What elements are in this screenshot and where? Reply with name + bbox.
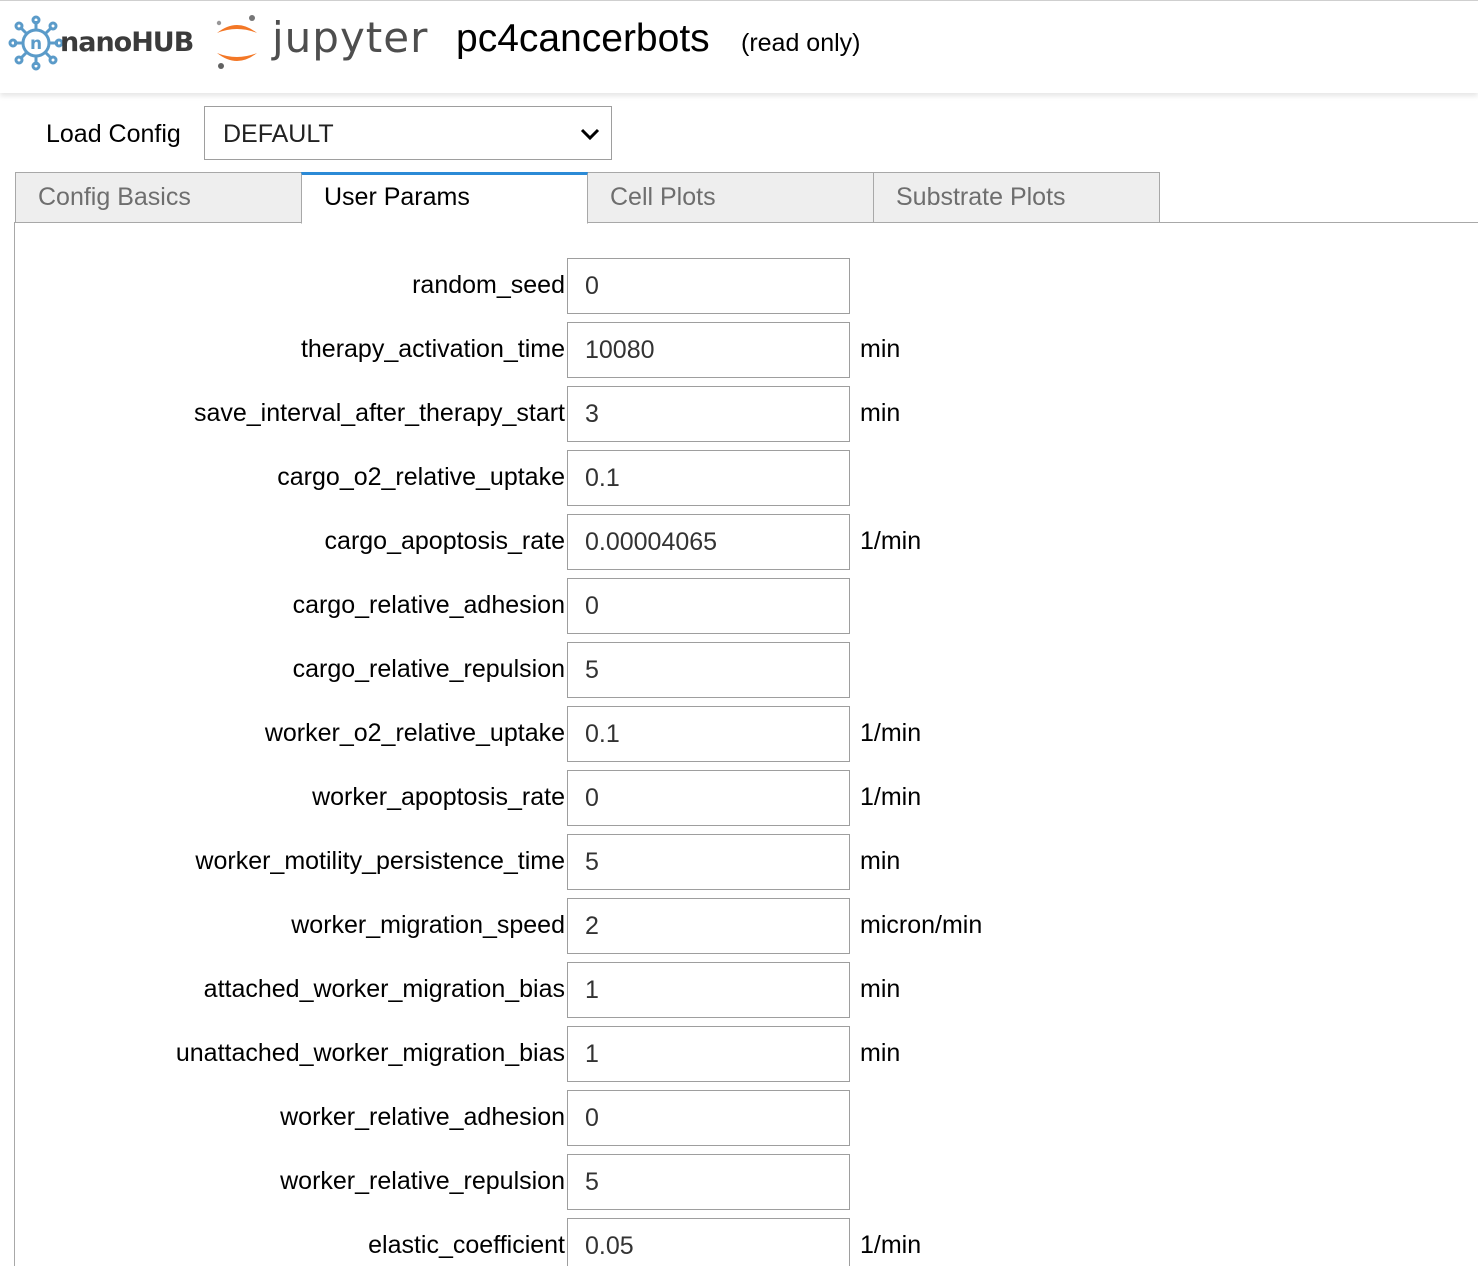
param-unit: min	[860, 399, 901, 427]
param-row-cargo-relative-repulsion: cargo_relative_repulsion	[15, 642, 1215, 698]
param-label: cargo_relative_repulsion	[292, 655, 565, 683]
param-row-cargo-o2-relative-uptake: cargo_o2_relative_uptake	[15, 450, 1215, 506]
param-unit: min	[860, 335, 901, 363]
jupyter-label: jupyter	[272, 13, 429, 62]
param-row-worker-motility-persistence-time: worker_motility_persistence_time min	[15, 834, 1215, 890]
param-row-worker-relative-adhesion: worker_relative_adhesion	[15, 1090, 1215, 1146]
param-label: therapy_activation_time	[300, 335, 565, 363]
load-config-dropdown[interactable]: DEFAULT	[204, 106, 612, 160]
param-row-random-seed: random_seed	[15, 258, 1215, 314]
param-label: worker_o2_relative_uptake	[264, 719, 565, 747]
tab-label: Config Basics	[38, 183, 191, 211]
param-input-attached-worker-migration-bias[interactable]	[567, 962, 850, 1018]
param-input-elastic-coefficient[interactable]	[567, 1218, 850, 1266]
param-input-cargo-relative-repulsion[interactable]	[567, 642, 850, 698]
param-label: attached_worker_migration_bias	[203, 975, 565, 1003]
param-input-random-seed[interactable]	[567, 258, 850, 314]
param-unit: 1/min	[860, 1231, 922, 1259]
param-unit: min	[860, 1039, 901, 1067]
param-label: elastic_coefficient	[368, 1231, 565, 1259]
nanohub-logo-icon[interactable]: n	[8, 15, 64, 71]
param-label: worker_relative_adhesion	[280, 1103, 565, 1131]
chevron-down-icon	[580, 128, 600, 141]
tab-substrate-plots[interactable]: Substrate Plots	[873, 172, 1160, 223]
param-row-therapy-activation-time: therapy_activation_time min	[15, 322, 1215, 378]
param-input-worker-motility-persistence-time[interactable]	[567, 834, 850, 890]
tab-label: Cell Plots	[610, 183, 716, 211]
load-config-selected-value: DEFAULT	[223, 120, 334, 148]
param-unit: micron/min	[860, 911, 983, 939]
param-row-unattached-worker-migration-bias: unattached_worker_migration_bias min	[15, 1026, 1215, 1082]
param-unit: 1/min	[860, 719, 922, 747]
param-row-worker-o2-relative-uptake: worker_o2_relative_uptake 1/min	[15, 706, 1215, 762]
param-label: worker_motility_persistence_time	[195, 847, 565, 875]
param-input-cargo-apoptosis-rate[interactable]	[567, 514, 850, 570]
param-row-worker-relative-repulsion: worker_relative_repulsion	[15, 1154, 1215, 1210]
notebook-name[interactable]: pc4cancerbots	[456, 17, 710, 61]
param-label: save_interval_after_therapy_start	[193, 399, 565, 427]
load-config-label: Load Config	[46, 120, 181, 148]
param-input-worker-relative-repulsion[interactable]	[567, 1154, 850, 1210]
param-row-attached-worker-migration-bias: attached_worker_migration_bias min	[15, 962, 1215, 1018]
param-input-cargo-relative-adhesion[interactable]	[567, 578, 850, 634]
param-input-worker-migration-speed[interactable]	[567, 898, 850, 954]
param-unit: 1/min	[860, 783, 922, 811]
param-label: cargo_relative_adhesion	[292, 591, 565, 619]
param-input-unattached-worker-migration-bias[interactable]	[567, 1026, 850, 1082]
param-row-cargo-apoptosis-rate: cargo_apoptosis_rate 1/min	[15, 514, 1215, 570]
notebook-page: n nanoHUB jupyter pc4cancerbots (read on…	[0, 0, 1478, 1266]
param-input-save-interval-after-therapy-start[interactable]	[567, 386, 850, 442]
param-row-worker-apoptosis-rate: worker_apoptosis_rate 1/min	[15, 770, 1215, 826]
tab-label: User Params	[324, 183, 470, 211]
param-unit: min	[860, 975, 901, 1003]
notebook-header: n nanoHUB jupyter pc4cancerbots (read on…	[0, 0, 1478, 93]
read-only-indicator: (read only)	[741, 29, 861, 57]
param-unit: 1/min	[860, 527, 922, 555]
tab-config-basics[interactable]: Config Basics	[15, 172, 302, 223]
param-row-worker-migration-speed: worker_migration_speed micron/min	[15, 898, 1215, 954]
param-row-cargo-relative-adhesion: cargo_relative_adhesion	[15, 578, 1215, 634]
param-label: unattached_worker_migration_bias	[175, 1039, 565, 1067]
param-label: random_seed	[412, 271, 565, 299]
svg-text:n: n	[30, 34, 42, 54]
param-label: worker_apoptosis_rate	[312, 783, 565, 811]
param-label: cargo_o2_relative_uptake	[277, 463, 565, 491]
tab-user-params[interactable]: User Params	[301, 172, 588, 224]
param-unit: min	[860, 847, 901, 875]
param-input-worker-apoptosis-rate[interactable]	[567, 770, 850, 826]
param-input-cargo-o2-relative-uptake[interactable]	[567, 450, 850, 506]
tab-label: Substrate Plots	[896, 183, 1066, 211]
param-row-save-interval-after-therapy-start: save_interval_after_therapy_start min	[15, 386, 1215, 442]
jupyter-logo-icon[interactable]	[212, 13, 262, 71]
param-input-worker-o2-relative-uptake[interactable]	[567, 706, 850, 762]
param-input-worker-relative-adhesion[interactable]	[567, 1090, 850, 1146]
param-label: worker_relative_repulsion	[280, 1167, 565, 1195]
nanohub-label: nanoHUB	[60, 27, 194, 58]
user-params-panel: random_seed therapy_activation_time min …	[14, 222, 1478, 1266]
param-label: cargo_apoptosis_rate	[324, 527, 565, 555]
param-label: worker_migration_speed	[291, 911, 565, 939]
param-input-therapy-activation-time[interactable]	[567, 322, 850, 378]
tab-cell-plots[interactable]: Cell Plots	[587, 172, 874, 223]
param-row-elastic-coefficient: elastic_coefficient 1/min	[15, 1218, 1215, 1266]
